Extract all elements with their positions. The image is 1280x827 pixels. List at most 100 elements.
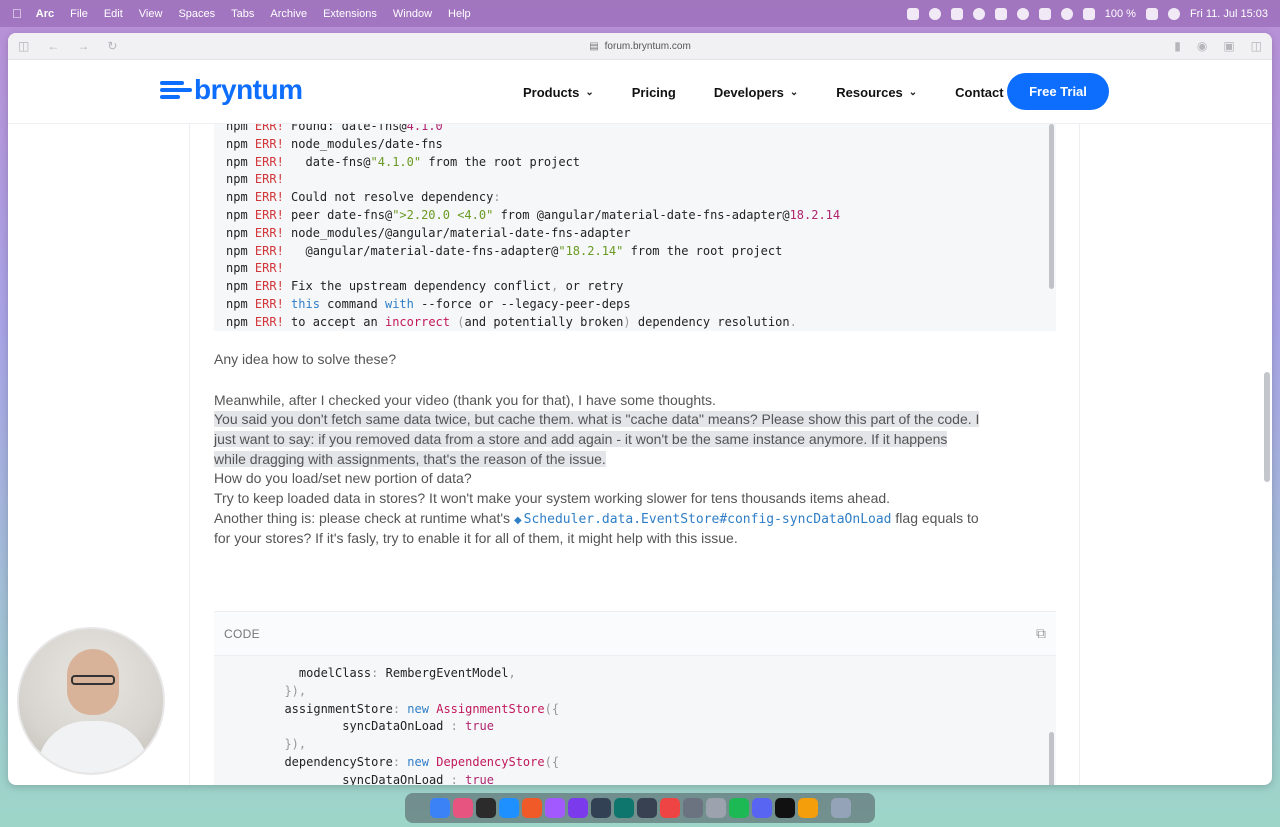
code-scrollbar[interactable] xyxy=(1049,732,1054,785)
browser-window: ◫ ← → ↻ ▤ forum.bryntum.com ▮ ◉ ▣ ◫ bryn… xyxy=(8,33,1272,785)
main-nav: Products ⌄ Pricing Developers ⌄ Resource… xyxy=(523,60,1042,124)
tray-app-icon[interactable] xyxy=(1038,7,1051,20)
api-doc-link[interactable]: Scheduler.data.EventStore#config-syncDat… xyxy=(524,512,892,527)
post-paragraph: Meanwhile, after I checked your video (t… xyxy=(214,392,716,408)
nav-label: Developers xyxy=(713,84,784,100)
site-settings-icon[interactable]: ▤ xyxy=(589,41,598,52)
capture-icon[interactable]: ▣ xyxy=(1223,39,1234,53)
code-line: modelClass: RembergEventModel, xyxy=(270,666,516,680)
post-paragraph: for your stores? If it's fasly, try to e… xyxy=(214,530,738,546)
menu-app-name[interactable]: Arc xyxy=(36,8,54,20)
free-trial-button[interactable]: Free Trial xyxy=(1007,73,1109,110)
app-icon[interactable] xyxy=(797,798,818,818)
spotify-icon[interactable] xyxy=(728,798,749,818)
tray-app-icon[interactable] xyxy=(972,7,985,20)
browser-toolbar: ◫ ← → ↻ ▤ forum.bryntum.com ▮ ◉ ▣ ◫ xyxy=(8,33,1272,60)
selected-text: You said you don't fetch same data twice… xyxy=(214,411,980,427)
tray-app-icon[interactable] xyxy=(994,7,1007,20)
logo-text: bryntum xyxy=(194,74,303,105)
code-block-stores[interactable]: CODE ⧉ modelClass: RembergEventModel, })… xyxy=(214,611,1056,785)
address-bar[interactable]: ▤ forum.bryntum.com xyxy=(589,41,691,52)
nav-contact[interactable]: Contact xyxy=(955,85,1003,100)
code-line: npm ERR! this command with --force or --… xyxy=(226,296,631,311)
arc-icon[interactable] xyxy=(452,798,473,818)
tray-app-icon[interactable] xyxy=(906,7,919,20)
person-glasses xyxy=(71,675,115,685)
back-icon[interactable]: ← xyxy=(47,39,59,53)
boost-icon[interactable]: ◉ xyxy=(1197,39,1207,53)
app-icon[interactable] xyxy=(636,798,657,818)
code-line: npm ERR! @angular/material-date-fns-adap… xyxy=(226,243,783,258)
code-line: npm ERR! Could not resolve dependency: xyxy=(226,190,501,205)
menu-help[interactable]: Help xyxy=(448,8,471,20)
tray-app-icon[interactable] xyxy=(950,7,963,20)
mail-icon[interactable] xyxy=(498,798,519,818)
app-icon[interactable] xyxy=(682,798,703,818)
menu-file[interactable]: File xyxy=(70,8,88,20)
menu-edit[interactable]: Edit xyxy=(104,8,123,20)
tray-app-icon[interactable] xyxy=(1016,7,1029,20)
text-span: flag equals to xyxy=(891,510,979,526)
url-text: forum.bryntum.com xyxy=(604,40,691,52)
app-icon[interactable] xyxy=(521,798,542,818)
code-line: npm ERR! xyxy=(226,261,284,276)
menu-view[interactable]: View xyxy=(139,8,163,20)
menu-tabs[interactable]: Tabs xyxy=(231,8,254,20)
macos-dock xyxy=(405,793,875,823)
tray-app-icon[interactable] xyxy=(1082,7,1095,20)
reload-icon[interactable]: ↻ xyxy=(107,39,117,53)
nav-pricing[interactable]: Pricing xyxy=(632,85,676,100)
discord-icon[interactable] xyxy=(751,798,772,818)
bryntum-logo[interactable]: bryntum xyxy=(160,74,303,106)
forward-icon[interactable]: → xyxy=(77,39,89,53)
menubar-clock[interactable]: Fri 11. Jul 15:03 xyxy=(1190,8,1268,20)
tray-app-icon[interactable] xyxy=(1060,7,1073,20)
forum-post: npm ERR! Found: date-fns@4.1.0 npm ERR! n… xyxy=(189,124,1080,785)
extension-icon[interactable]: ▮ xyxy=(1174,39,1181,53)
page-scrollbar[interactable] xyxy=(1264,372,1270,482)
nav-resources[interactable]: Resources ⌄ xyxy=(836,85,917,100)
wifi-icon[interactable] xyxy=(1167,7,1180,20)
sidebar-toggle-icon[interactable]: ◫ xyxy=(18,39,29,53)
trash-icon[interactable] xyxy=(830,798,851,818)
battery-icon[interactable] xyxy=(1145,7,1158,20)
selected-text: just want to say: if you removed data fr… xyxy=(214,431,948,447)
code-scrollbar[interactable] xyxy=(1049,124,1054,289)
code-line: syncDataOnLoad : true xyxy=(270,719,494,734)
tray-app-icon[interactable] xyxy=(928,7,941,20)
nav-developers[interactable]: Developers ⌄ xyxy=(714,85,798,100)
code-line: syncDataOnLoad : true xyxy=(270,772,494,785)
menu-spaces[interactable]: Spaces xyxy=(178,8,215,20)
chevron-down-icon: ⌄ xyxy=(585,86,594,98)
copy-code-button[interactable]: ⧉ xyxy=(1036,625,1046,642)
code-line: assignmentStore: new AssignmentStore({ xyxy=(270,701,560,716)
app-icon[interactable] xyxy=(590,798,611,818)
nav-label: Products xyxy=(523,84,580,100)
settings-icon[interactable] xyxy=(705,798,726,818)
apple-menu-icon[interactable]:  xyxy=(12,6,22,21)
nav-label: Pricing xyxy=(631,84,676,100)
menu-window[interactable]: Window xyxy=(393,8,432,20)
code-lines: npm ERR! Found: date-fns@4.1.0 npm ERR! n… xyxy=(226,124,840,331)
code-block-npm-errors[interactable]: npm ERR! Found: date-fns@4.1.0 npm ERR! n… xyxy=(214,124,1056,331)
nav-label: Resources xyxy=(836,84,903,100)
code-line: }), xyxy=(270,737,307,752)
notion-icon[interactable] xyxy=(774,798,795,818)
code-line: npm ERR! node_modules/@angular/material-… xyxy=(226,225,631,240)
app-icon[interactable] xyxy=(567,798,588,818)
split-view-icon[interactable]: ◫ xyxy=(1251,39,1262,53)
code-line: npm ERR! node_modules/date-fns xyxy=(226,136,443,151)
menu-extensions[interactable]: Extensions xyxy=(323,8,377,20)
menubar-tray: 100 % Fri 11. Jul 15:03 xyxy=(906,7,1268,20)
webstorm-icon[interactable] xyxy=(475,798,496,818)
code-block-header: CODE ⧉ xyxy=(214,612,1056,656)
finder-icon[interactable] xyxy=(429,798,450,818)
figma-icon[interactable] xyxy=(544,798,565,818)
nav-products[interactable]: Products ⌄ xyxy=(523,85,594,100)
webcam-overlay[interactable] xyxy=(17,627,165,775)
post-paragraph-highlighted: just want to say: if you removed data fr… xyxy=(214,430,948,450)
app-icon[interactable] xyxy=(613,798,634,818)
menu-archive[interactable]: Archive xyxy=(270,8,307,20)
selected-text: while dragging with assignments, that's … xyxy=(214,451,606,467)
calendar-icon[interactable] xyxy=(659,798,680,818)
